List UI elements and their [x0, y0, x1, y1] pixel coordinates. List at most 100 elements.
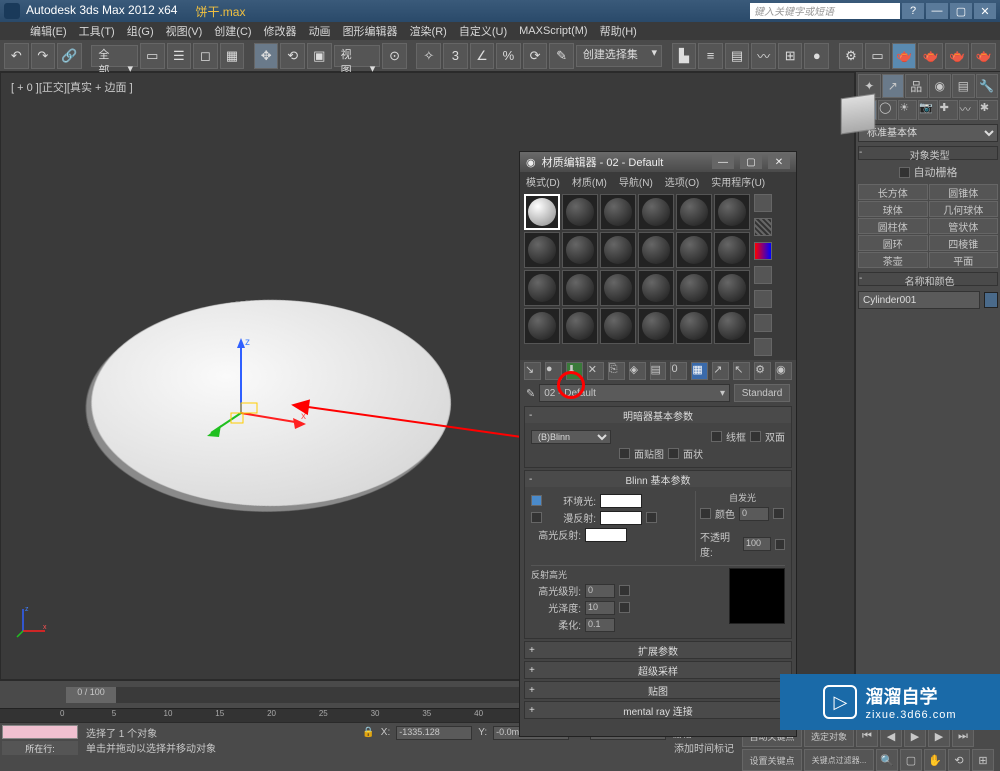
percent-snap-button[interactable]: % [496, 43, 521, 69]
render-setup-button[interactable]: ⚙ [839, 43, 864, 69]
backlight-button[interactable] [754, 218, 772, 236]
primitive-3[interactable]: 几何球体 [929, 201, 999, 217]
material-slot-4[interactable] [676, 194, 712, 230]
lock-ad-button[interactable] [531, 495, 542, 506]
material-slot-16[interactable] [676, 270, 712, 306]
help-dropdown[interactable]: ? [902, 3, 924, 19]
selection-filter[interactable]: 全部 [91, 45, 138, 67]
menu-animation[interactable]: 动画 [309, 23, 331, 39]
material-type-button[interactable]: Standard [734, 384, 790, 402]
tab-display[interactable]: ▤ [952, 74, 975, 98]
copy-button[interactable]: ⎘ [608, 362, 625, 380]
align-button[interactable]: ≡ [698, 43, 723, 69]
ambient-swatch[interactable] [600, 494, 642, 508]
sample-uv-button[interactable] [754, 266, 772, 284]
systems-icon[interactable]: ✱ [979, 100, 998, 120]
redo-button[interactable]: ↷ [31, 43, 56, 69]
edit-named-sel-button[interactable]: ✎ [549, 43, 574, 69]
material-editor-title[interactable]: ◉ 材质编辑器 - 02 - Default — ▢ ✕ [520, 152, 796, 172]
spacewarps-icon[interactable]: 〰 [959, 100, 978, 120]
opacity-map[interactable] [775, 539, 785, 550]
material-editor-button[interactable]: ● [804, 43, 829, 69]
script-mini-listener[interactable] [2, 725, 78, 739]
diffuse-map-button[interactable] [646, 512, 657, 523]
material-slot-3[interactable] [638, 194, 674, 230]
menu-edit[interactable]: 编辑(E) [30, 23, 67, 39]
pivot-button[interactable]: ⊙ [382, 43, 407, 69]
mat-close[interactable]: ✕ [768, 155, 790, 169]
primitive-0[interactable]: 长方体 [858, 184, 928, 200]
lights-icon[interactable]: ☀ [898, 100, 917, 120]
tab-motion[interactable]: ◉ [929, 74, 952, 98]
mat-menu-util[interactable]: 实用程序(U) [711, 174, 765, 189]
mat-menu-options[interactable]: 选项(O) [665, 174, 699, 189]
mat-menu-nav[interactable]: 导航(N) [619, 174, 653, 189]
render-frame-button[interactable]: ▭ [865, 43, 890, 69]
mat-maximize[interactable]: ▢ [740, 155, 762, 169]
viewport-label[interactable]: [ + 0 ][正交][真实 + 边面 ] [11, 79, 133, 95]
help-search[interactable]: 键入关键字或短语 [750, 3, 900, 19]
maximize-button[interactable]: ▢ [950, 3, 972, 19]
primitive-4[interactable]: 圆柱体 [858, 218, 928, 234]
primitive-8[interactable]: 茶壶 [858, 252, 928, 268]
make-preview-button[interactable] [754, 314, 772, 332]
render-iter-button[interactable]: 🫖 [945, 43, 970, 69]
menu-help[interactable]: 帮助(H) [600, 23, 637, 39]
mat-minimize[interactable]: — [712, 155, 734, 169]
two-sided-checkbox[interactable] [750, 431, 761, 442]
spec-level-spinner[interactable]: 0 [585, 584, 615, 598]
options-button[interactable] [754, 338, 772, 356]
cameras-icon[interactable]: 📷 [918, 100, 937, 120]
primitive-6[interactable]: 圆环 [858, 235, 928, 251]
render-active-button[interactable]: 🫖 [971, 43, 996, 69]
menu-group[interactable]: 组(G) [127, 23, 154, 39]
named-sel-combo[interactable]: 创建选择集 [576, 45, 662, 67]
spec-level-map[interactable] [619, 585, 630, 596]
scale-button[interactable]: ▣ [307, 43, 332, 69]
menu-customize[interactable]: 自定义(U) [459, 23, 507, 39]
material-slot-15[interactable] [638, 270, 674, 306]
get-material-button[interactable]: ↘ [524, 362, 541, 380]
close-button[interactable]: ✕ [974, 3, 996, 19]
material-slot-12[interactable] [524, 270, 560, 306]
mat-id-button[interactable]: 0 [670, 362, 687, 380]
menu-graph[interactable]: 图形编辑器 [343, 23, 398, 39]
angle-snap-button[interactable]: ∠ [470, 43, 495, 69]
rollout-mentalray[interactable]: +mental ray 连接 [525, 702, 791, 718]
video-check-button[interactable] [754, 290, 772, 308]
render-button[interactable]: 🫖 [892, 43, 917, 69]
schematic-button[interactable]: ⊞ [778, 43, 803, 69]
lock-icon[interactable]: 🔒 [362, 727, 374, 738]
primitive-2[interactable]: 球体 [858, 201, 928, 217]
object-color-swatch[interactable] [984, 292, 998, 308]
primitive-5[interactable]: 管状体 [929, 218, 999, 234]
reset-button[interactable]: ✕ [587, 362, 604, 380]
material-slot-13[interactable] [562, 270, 598, 306]
material-slot-21[interactable] [638, 308, 674, 344]
material-slot-17[interactable] [714, 270, 750, 306]
tab-hierarchy[interactable]: 品 [905, 74, 928, 98]
viewcube[interactable] [830, 91, 886, 147]
mat-menu-mode[interactable]: 模式(D) [526, 174, 560, 189]
mirror-button[interactable]: ▙ [672, 43, 697, 69]
material-slot-8[interactable] [600, 232, 636, 268]
rollout-supersample[interactable]: +超级采样 [525, 662, 791, 678]
material-slot-19[interactable] [562, 308, 598, 344]
primitive-1[interactable]: 圆锥体 [929, 184, 999, 200]
gloss-map[interactable] [619, 602, 630, 613]
material-slot-11[interactable] [714, 232, 750, 268]
sample-type-button[interactable] [754, 194, 772, 212]
link-button[interactable]: 🔗 [57, 43, 82, 69]
opacity-spinner[interactable]: 100 [743, 537, 771, 551]
material-slot-23[interactable] [714, 308, 750, 344]
select-region-button[interactable]: ◻ [193, 43, 218, 69]
rollout-object-type[interactable]: -对象类型 [858, 146, 998, 160]
undo-button[interactable]: ↶ [4, 43, 29, 69]
make-unique-button[interactable]: ◈ [629, 362, 646, 380]
pick-button[interactable]: ◉ [775, 362, 792, 380]
primitive-7[interactable]: 四棱锥 [929, 235, 999, 251]
diffuse-swatch[interactable] [600, 511, 642, 525]
wire-checkbox[interactable] [711, 431, 722, 442]
x-coord[interactable]: -1335.128 [396, 726, 472, 740]
go-forward-button[interactable]: ⚙ [754, 362, 771, 380]
